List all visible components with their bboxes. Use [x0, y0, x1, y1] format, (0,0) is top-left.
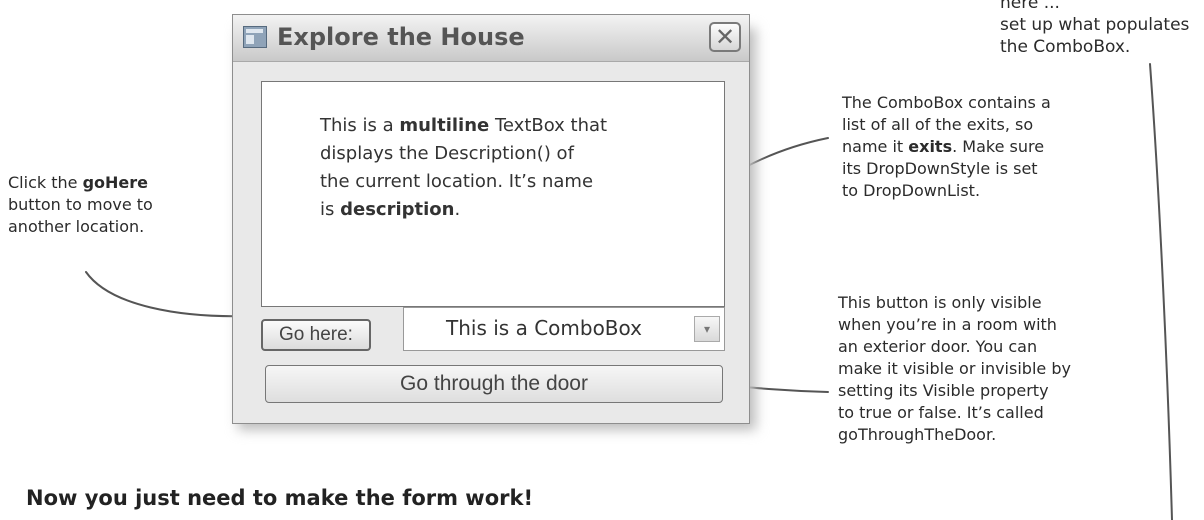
tb-line3: the current location. It’s name [320, 171, 594, 192]
close-icon: ✕ [714, 23, 736, 51]
arrow-to-go-here [85, 271, 251, 318]
tb-line4-bold: description [340, 199, 455, 220]
tb-line1-bold: multiline [399, 115, 490, 136]
window-title: Explore the House [277, 23, 525, 51]
description-textbox[interactable]: This is a multiline TextBox that display… [261, 81, 725, 307]
exits-combobox[interactable]: This is a ComboBox ▾ [403, 307, 725, 351]
tb-line2: displays the Description() of [320, 143, 574, 164]
close-button[interactable]: ✕ [709, 22, 741, 52]
tb-line4-post: . [454, 199, 461, 220]
description-text: This is a multiline TextBox that display… [320, 112, 680, 224]
app-window-icon [243, 26, 267, 48]
explore-window: Explore the House ✕ This is a multiline … [232, 14, 750, 424]
title-bar[interactable]: Explore the House ✕ [233, 15, 749, 62]
chevron-down-icon[interactable]: ▾ [694, 316, 720, 342]
annotation-go-here-pre: Click the [8, 173, 83, 192]
annotation-combobox: The ComboBox contains a list of all of t… [842, 92, 1142, 202]
footer-heading: Now you just need to make the form work! [26, 486, 534, 510]
annotation-door-button: This button is only visible when you’re … [838, 293, 1071, 444]
go-here-button[interactable]: Go here: [261, 319, 371, 351]
annotation-go-here-post: button to move to another location. [8, 195, 153, 236]
annotation-go-here: Click the goHere button to move to anoth… [8, 172, 218, 238]
annotation-combobox-populate: here ... set up what populates the Combo… [1000, 0, 1190, 57]
go-through-door-button[interactable]: Go through the door [265, 365, 723, 403]
tb-line1-pre: This is a [320, 115, 400, 136]
tb-line4-pre: is [320, 199, 341, 220]
tb-line1-post: TextBox that [489, 115, 608, 136]
combobox-text: This is a ComboBox [446, 316, 642, 340]
annotation-go-here-bold: goHere [82, 173, 148, 192]
annotation-combobox-bold: exits [908, 137, 953, 156]
